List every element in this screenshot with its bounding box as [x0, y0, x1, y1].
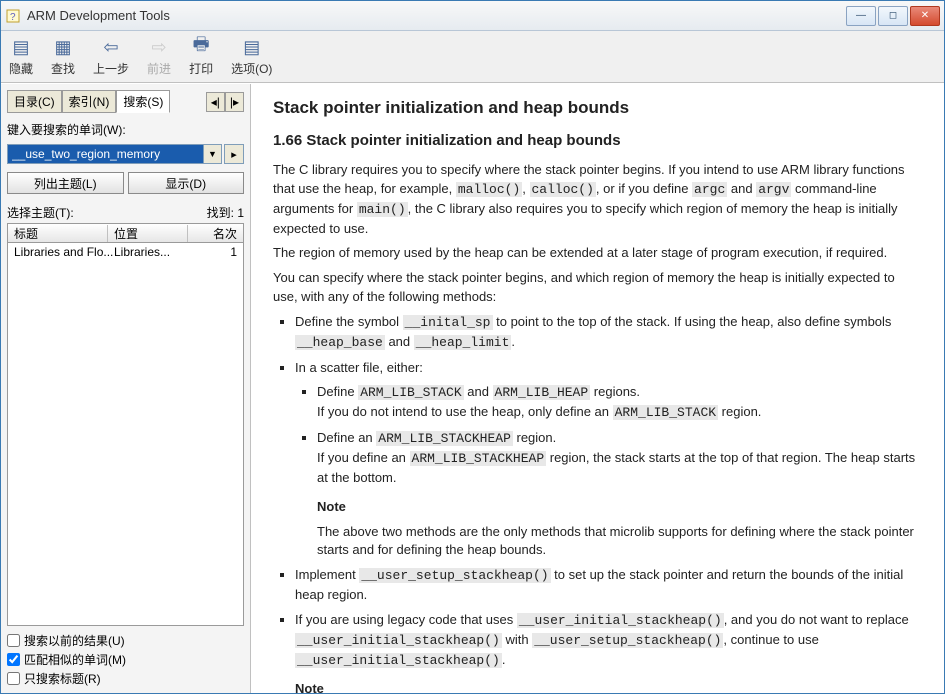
- sidebar: 目录(C) 索引(N) 搜索(S) ◂| |▸ 键入要搜索的单词(W): ▼ ▸…: [1, 84, 251, 693]
- methods-list: Define the symbol __inital_sp to point t…: [295, 313, 922, 693]
- check-titles-only[interactable]: 只搜索标题(R): [7, 670, 244, 687]
- forward-icon: ⇨: [148, 36, 170, 58]
- help-icon: ?: [5, 8, 21, 24]
- hide-icon: ▤: [10, 36, 32, 58]
- note-heading: Note: [317, 498, 922, 517]
- code-user-initial-stackheap-3: __user_initial_stackheap(): [295, 653, 502, 668]
- print-label: 打印: [189, 60, 213, 77]
- methods-intro-paragraph: You can specify where the stack pointer …: [273, 269, 922, 307]
- code-user-initial-stackheap: __user_initial_stackheap(): [517, 613, 724, 628]
- search-dropdown-button[interactable]: ▼: [204, 144, 222, 164]
- options-icon: ▤: [241, 36, 263, 58]
- code-arm-lib-heap: ARM_LIB_HEAP: [493, 385, 591, 400]
- find-button[interactable]: ▦ 查找: [51, 36, 75, 77]
- close-button[interactable]: ✕: [910, 6, 940, 26]
- code-argc: argc: [692, 182, 727, 197]
- code-calloc: calloc(): [530, 182, 596, 197]
- body: 目录(C) 索引(N) 搜索(S) ◂| |▸ 键入要搜索的单词(W): ▼ ▸…: [1, 83, 944, 693]
- check-similar-input[interactable]: [7, 653, 20, 666]
- search-input[interactable]: [7, 144, 204, 164]
- code-arm-lib-stack-2: ARM_LIB_STACK: [613, 405, 718, 420]
- note-text: The above two methods are the only metho…: [317, 523, 922, 561]
- tab-index[interactable]: 索引(N): [62, 90, 117, 113]
- row-title: Libraries and Flo...: [14, 245, 114, 259]
- list-item: In a scatter file, either: Define ARM_LI…: [295, 359, 922, 561]
- tab-scroll-right[interactable]: |▸: [225, 92, 244, 112]
- code-user-initial-stackheap-2: __user_initial_stackheap(): [295, 633, 502, 648]
- options-button[interactable]: ▤ 选项(O): [231, 36, 272, 77]
- back-icon: ⇦: [100, 36, 122, 58]
- heap-extend-paragraph: The region of memory used by the heap ca…: [273, 244, 922, 263]
- list-item: Define an ARM_LIB_STACKHEAP region. If y…: [317, 429, 922, 560]
- tab-scroll-left[interactable]: ◂|: [206, 92, 225, 112]
- found-count-label: 找到: 1: [207, 204, 244, 221]
- hide-button[interactable]: ▤ 隐藏: [9, 36, 33, 77]
- code-user-setup-stackheap-2: __user_setup_stackheap(): [532, 633, 723, 648]
- find-icon: ▦: [52, 36, 74, 58]
- list-topics-button[interactable]: 列出主题(L): [7, 172, 124, 194]
- code-heap-limit: __heap_limit: [414, 335, 512, 350]
- code-arm-lib-stackheap-2: ARM_LIB_STACKHEAP: [410, 451, 547, 466]
- tab-search[interactable]: 搜索(S): [116, 90, 170, 113]
- sidebar-tabs: 目录(C) 索引(N) 搜索(S) ◂| |▸: [7, 90, 244, 113]
- code-inital-sp: __inital_sp: [403, 315, 493, 330]
- row-rank: 1: [194, 245, 237, 259]
- list-item[interactable]: Libraries and Flo... Libraries... 1: [8, 243, 243, 261]
- back-button[interactable]: ⇦ 上一步: [93, 36, 129, 77]
- col-title[interactable]: 标题: [8, 225, 108, 242]
- maximize-button[interactable]: ◻: [878, 6, 908, 26]
- forward-label: 前进: [147, 60, 171, 77]
- col-rank[interactable]: 名次: [207, 225, 243, 242]
- back-label: 上一步: [93, 60, 129, 77]
- print-button[interactable]: 🖶 打印: [189, 36, 213, 77]
- intro-paragraph: The C library requires you to specify wh…: [273, 161, 922, 238]
- check-similar-words[interactable]: 匹配相似的单词(M): [7, 651, 244, 668]
- list-item: Implement __user_setup_stackheap() to se…: [295, 566, 922, 605]
- toolbar: ▤ 隐藏 ▦ 查找 ⇦ 上一步 ⇨ 前进 🖶 打印 ▤ 选项(O): [1, 31, 944, 83]
- col-location[interactable]: 位置: [108, 225, 188, 242]
- window-title: ARM Development Tools: [27, 8, 846, 23]
- display-button[interactable]: 显示(D): [128, 172, 245, 194]
- note-heading: Note: [295, 680, 922, 693]
- list-item: Define ARM_LIB_STACK and ARM_LIB_HEAP re…: [317, 383, 922, 423]
- check-prev-results[interactable]: 搜索以前的结果(U): [7, 632, 244, 649]
- window-controls: — ◻ ✕: [846, 6, 940, 26]
- svg-text:?: ?: [10, 12, 16, 23]
- page-title: Stack pointer initialization and heap bo…: [273, 98, 922, 118]
- code-heap-base: __heap_base: [295, 335, 385, 350]
- section-heading: 1.66 Stack pointer initialization and he…: [273, 132, 922, 149]
- code-main: main(): [357, 202, 408, 217]
- titlebar: ? ARM Development Tools — ◻ ✕: [1, 1, 944, 31]
- find-label: 查找: [51, 60, 75, 77]
- code-malloc: malloc(): [456, 182, 522, 197]
- check-titles-input[interactable]: [7, 672, 20, 685]
- code-arm-lib-stack: ARM_LIB_STACK: [358, 385, 463, 400]
- search-go-button[interactable]: ▸: [224, 144, 244, 164]
- code-arm-lib-stackheap: ARM_LIB_STACKHEAP: [376, 431, 513, 446]
- forward-button[interactable]: ⇨ 前进: [147, 36, 171, 77]
- list-item: If you are using legacy code that uses _…: [295, 611, 922, 693]
- tab-contents[interactable]: 目录(C): [7, 90, 62, 113]
- results-header: 标题 位置 名次: [7, 223, 244, 243]
- search-label: 键入要搜索的单词(W):: [7, 121, 244, 138]
- minimize-button[interactable]: —: [846, 6, 876, 26]
- print-icon: 🖶: [190, 36, 212, 58]
- options-label: 选项(O): [231, 60, 272, 77]
- code-argv: argv: [756, 182, 791, 197]
- check-prev-input[interactable]: [7, 634, 20, 647]
- list-item: Define the symbol __inital_sp to point t…: [295, 313, 922, 353]
- content-pane[interactable]: Stack pointer initialization and heap bo…: [251, 84, 944, 693]
- code-user-setup-stackheap: __user_setup_stackheap(): [359, 568, 550, 583]
- hide-label: 隐藏: [9, 60, 33, 77]
- search-options: 搜索以前的结果(U) 匹配相似的单词(M) 只搜索标题(R): [7, 632, 244, 687]
- results-list[interactable]: Libraries and Flo... Libraries... 1: [7, 243, 244, 626]
- select-topic-label: 选择主题(T):: [7, 204, 74, 221]
- app-window: ? ARM Development Tools — ◻ ✕ ▤ 隐藏 ▦ 查找 …: [0, 0, 945, 694]
- row-location: Libraries...: [114, 245, 194, 259]
